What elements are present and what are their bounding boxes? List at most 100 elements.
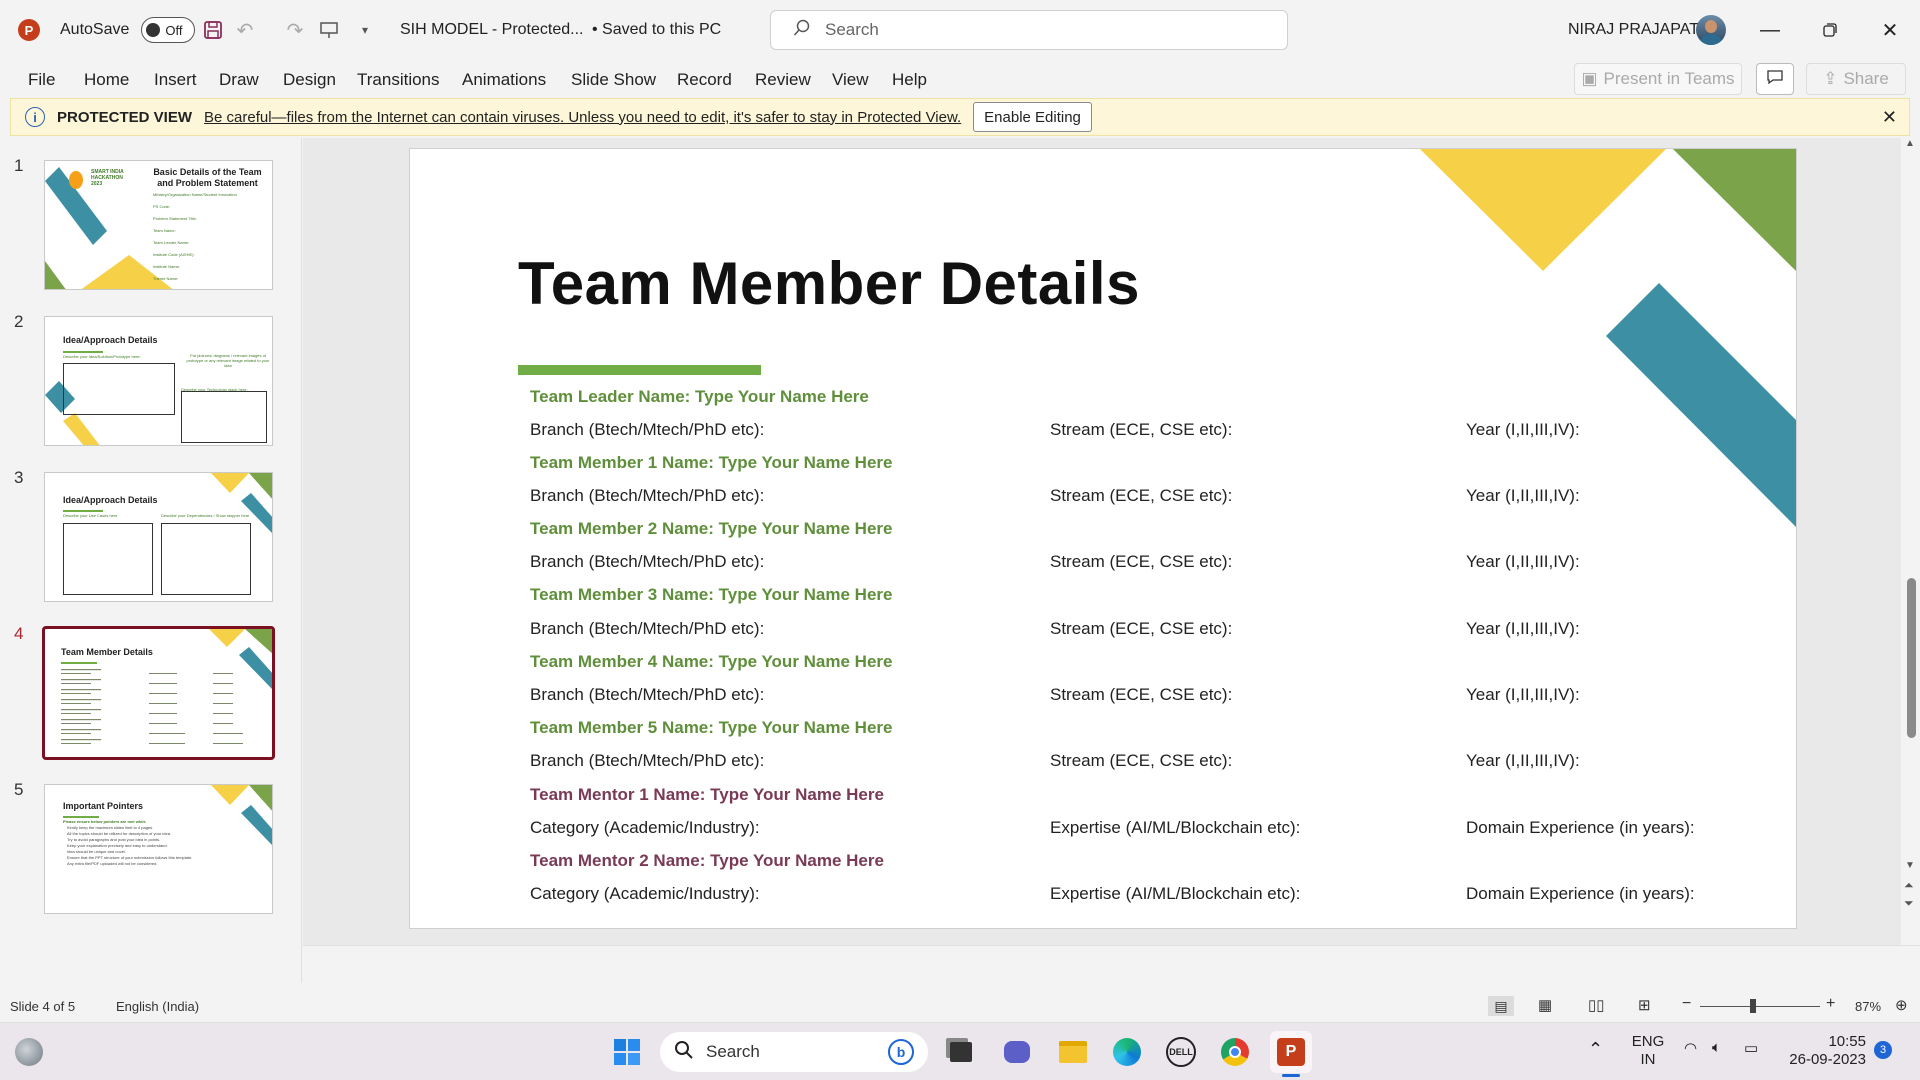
slide-title[interactable]: Team Member Details	[518, 249, 1140, 318]
user-name[interactable]: NIRAJ PRAJAPATI	[1568, 0, 1703, 60]
enable-editing-button[interactable]: Enable Editing	[973, 102, 1092, 132]
team-member-2-name[interactable]: Team Member 2 Name: Type Your Name Here	[530, 519, 893, 539]
language-indicator[interactable]: English (India)	[116, 999, 199, 1014]
share-button[interactable]: ⇪ Share	[1806, 63, 1906, 95]
team-member-5-name[interactable]: Team Member 5 Name: Type Your Name Here	[530, 718, 893, 738]
notification-badge[interactable]: 3	[1874, 1041, 1892, 1059]
zoom-level[interactable]: 87%	[1855, 999, 1881, 1014]
year-field[interactable]: Year (I,II,III,IV):	[1466, 685, 1580, 705]
slide-4[interactable]: Team Member Details Team Leader Name: Ty…	[409, 148, 1797, 929]
tab-design[interactable]: Design	[283, 60, 336, 100]
edge-icon[interactable]	[1106, 1031, 1148, 1073]
tab-insert[interactable]: Insert	[154, 60, 197, 100]
slideshow-view-icon[interactable]: ⊞	[1638, 996, 1651, 1014]
task-view-icon[interactable]	[940, 1031, 982, 1073]
year-field[interactable]: Year (I,II,III,IV):	[1466, 552, 1580, 572]
tab-home[interactable]: Home	[84, 60, 129, 100]
save-icon[interactable]	[200, 0, 226, 60]
redo-icon[interactable]: ↷	[282, 0, 308, 60]
customize-toolbar-icon[interactable]: ▾	[352, 0, 378, 60]
avatar[interactable]	[1696, 15, 1726, 45]
next-slide-icon[interactable]: ⏷	[1904, 896, 1914, 910]
tab-help[interactable]: Help	[892, 60, 927, 100]
autosave-toggle[interactable]: Off	[141, 17, 196, 43]
team-member-3-name[interactable]: Team Member 3 Name: Type Your Name Here	[530, 585, 893, 605]
taskbar-search[interactable]: Search b	[660, 1032, 928, 1072]
vertical-scrollbar[interactable]: ▲ ▼ ⏶ ⏷	[1902, 138, 1920, 945]
chrome-icon[interactable]	[1214, 1031, 1256, 1073]
widgets-icon[interactable]	[8, 1031, 50, 1073]
tab-review[interactable]: Review	[755, 60, 811, 100]
team-member-1-name[interactable]: Team Member 1 Name: Type Your Name Here	[530, 453, 893, 473]
chat-icon[interactable]	[996, 1031, 1038, 1073]
scroll-up-icon[interactable]: ▲	[1905, 138, 1915, 149]
branch-field[interactable]: Branch (Btech/Mtech/PhD etc):	[530, 619, 764, 639]
branch-field[interactable]: Branch (Btech/Mtech/PhD etc):	[530, 486, 764, 506]
input-language[interactable]: ENG IN	[1628, 1033, 1668, 1069]
notes-area[interactable]	[303, 945, 1920, 985]
volume-icon[interactable]: 🔈︎	[1712, 1039, 1721, 1056]
slide-thumbnail-1[interactable]: SMART INDIA HACKATHON 2023 Basic Details…	[44, 160, 273, 290]
start-icon[interactable]	[606, 1031, 648, 1073]
branch-field[interactable]: Branch (Btech/Mtech/PhD etc):	[530, 685, 764, 705]
category-field[interactable]: Category (Academic/Industry):	[530, 884, 760, 904]
stream-field[interactable]: Stream (ECE, CSE etc):	[1050, 486, 1232, 506]
normal-view-icon[interactable]: ▤	[1488, 996, 1514, 1016]
bing-icon[interactable]: b	[888, 1039, 914, 1065]
slide-thumbnail-2[interactable]: Idea/Approach Details Describe your Idea…	[44, 316, 273, 446]
tab-animations[interactable]: Animations	[462, 60, 546, 100]
battery-icon[interactable]: ▭	[1744, 1039, 1758, 1057]
fit-to-window-icon[interactable]: ⊕	[1895, 996, 1908, 1014]
close-banner-icon[interactable]: ✕	[1882, 107, 1897, 128]
scrollbar-thumb[interactable]	[1907, 578, 1916, 738]
stream-field[interactable]: Stream (ECE, CSE etc):	[1050, 619, 1232, 639]
protected-view-message-link[interactable]: Be careful—files from the Internet can c…	[204, 109, 961, 126]
expertise-field[interactable]: Expertise (AI/ML/Blockchain etc):	[1050, 818, 1300, 838]
stream-field[interactable]: Stream (ECE, CSE etc):	[1050, 420, 1232, 440]
year-field[interactable]: Year (I,II,III,IV):	[1466, 420, 1580, 440]
restore-icon[interactable]	[1800, 0, 1860, 60]
scroll-down-icon[interactable]: ▼	[1905, 860, 1915, 871]
domain-experience-field[interactable]: Domain Experience (in years):	[1466, 818, 1695, 838]
start-slideshow-icon[interactable]	[316, 0, 342, 60]
zoom-out-icon[interactable]: −	[1682, 995, 1691, 1013]
stream-field[interactable]: Stream (ECE, CSE etc):	[1050, 552, 1232, 572]
minimize-icon[interactable]: —	[1740, 0, 1800, 60]
zoom-slider[interactable]	[1700, 1006, 1820, 1007]
tab-draw[interactable]: Draw	[219, 60, 259, 100]
zoom-in-icon[interactable]: +	[1826, 995, 1835, 1013]
tab-record[interactable]: Record	[677, 60, 732, 100]
zoom-slider-thumb[interactable]	[1750, 999, 1756, 1013]
team-mentor-1-name[interactable]: Team Mentor 1 Name: Type Your Name Here	[530, 785, 884, 805]
slide-thumbnail-3[interactable]: Idea/Approach Details Describe your Use …	[44, 472, 273, 602]
comments-button[interactable]	[1756, 63, 1794, 95]
team-mentor-2-name[interactable]: Team Mentor 2 Name: Type Your Name Here	[530, 851, 884, 871]
slide-thumbnail-5[interactable]: Important Pointers Please ensure below p…	[44, 784, 273, 914]
team-member-4-name[interactable]: Team Member 4 Name: Type Your Name Here	[530, 652, 893, 672]
clock[interactable]: 10:55 26-09-2023	[1784, 1033, 1866, 1069]
domain-experience-field[interactable]: Domain Experience (in years):	[1466, 884, 1695, 904]
expertise-field[interactable]: Expertise (AI/ML/Blockchain etc):	[1050, 884, 1300, 904]
team-leader-name[interactable]: Team Leader Name: Type Your Name Here	[530, 387, 869, 407]
dell-icon[interactable]: DELL	[1160, 1031, 1202, 1073]
file-explorer-icon[interactable]	[1052, 1031, 1094, 1073]
branch-field[interactable]: Branch (Btech/Mtech/PhD etc):	[530, 420, 764, 440]
category-field[interactable]: Category (Academic/Industry):	[530, 818, 760, 838]
tab-file[interactable]: File	[28, 60, 55, 100]
powerpoint-taskbar-icon[interactable]: P	[1270, 1031, 1312, 1077]
tab-slide-show[interactable]: Slide Show	[571, 60, 656, 100]
year-field[interactable]: Year (I,II,III,IV):	[1466, 619, 1580, 639]
tab-view[interactable]: View	[832, 60, 869, 100]
show-hidden-icons-icon[interactable]: ⌃	[1588, 1039, 1603, 1060]
tab-transitions[interactable]: Transitions	[357, 60, 440, 100]
wifi-icon[interactable]: ◠	[1684, 1039, 1697, 1057]
undo-icon[interactable]: ↶	[232, 0, 258, 60]
stream-field[interactable]: Stream (ECE, CSE etc):	[1050, 685, 1232, 705]
close-icon[interactable]: ✕	[1860, 0, 1920, 60]
branch-field[interactable]: Branch (Btech/Mtech/PhD etc):	[530, 751, 764, 771]
slide-sorter-icon[interactable]: ▦	[1538, 996, 1552, 1014]
year-field[interactable]: Year (I,II,III,IV):	[1466, 751, 1580, 771]
search-input[interactable]: Search	[770, 10, 1288, 50]
present-in-teams-button[interactable]: ▣ Present in Teams	[1574, 63, 1742, 95]
slide-thumbnail-4-selected[interactable]: Team Member Details	[42, 626, 275, 760]
